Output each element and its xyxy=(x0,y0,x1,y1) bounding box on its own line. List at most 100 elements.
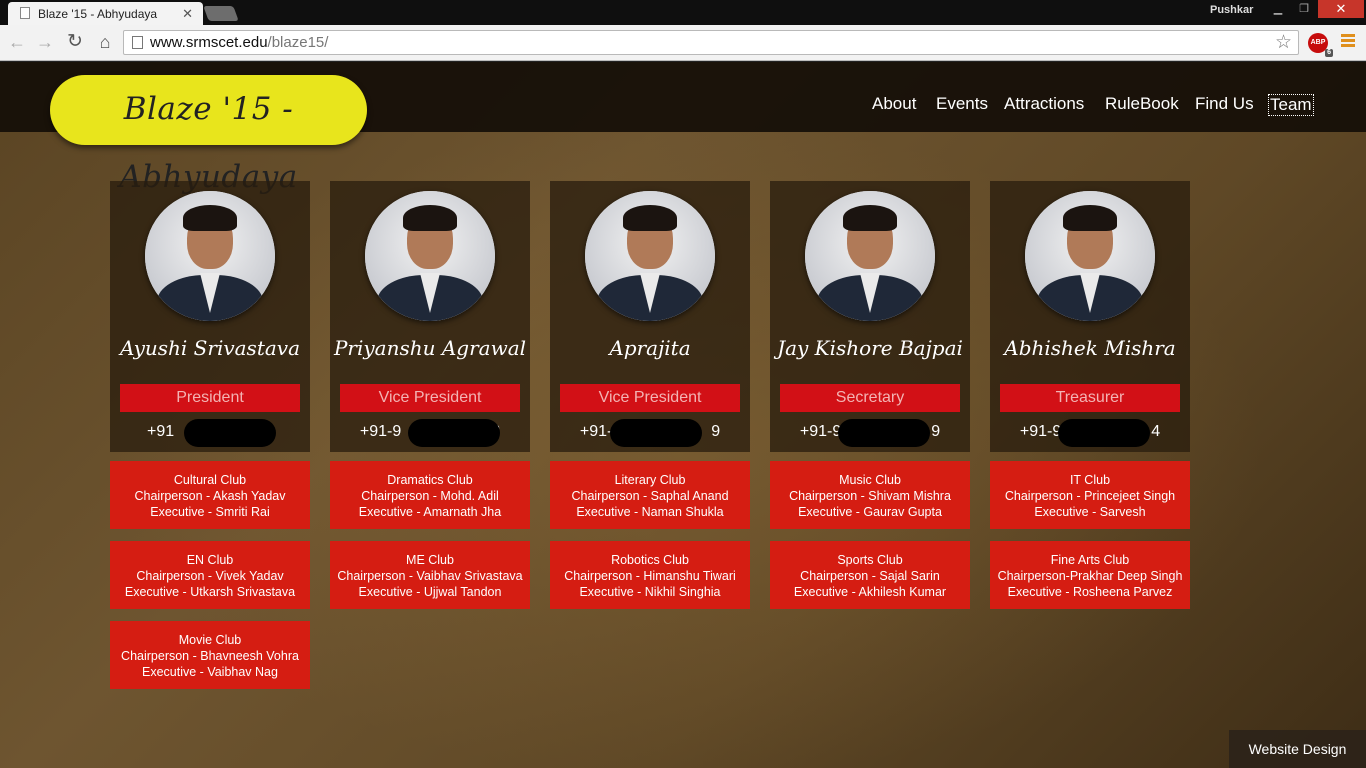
member-name: Jay Kishore Bajpai xyxy=(777,336,963,360)
club-name: IT Club xyxy=(1069,473,1111,487)
nav-rulebook[interactable]: RuleBook xyxy=(1105,94,1179,114)
bookmark-star-icon[interactable]: ☆ xyxy=(1275,31,1292,54)
home-icon[interactable]: ⌂ xyxy=(94,31,116,53)
club-card: ME Club Chairperson - Vaibhav Srivastava… xyxy=(330,541,530,609)
site-logo[interactable]: Blaze '15 - Abhyudaya xyxy=(50,75,367,195)
redaction xyxy=(408,419,500,447)
website-design-button[interactable]: Website Design xyxy=(1229,730,1366,768)
club-exec: Executive - Naman Shukla xyxy=(576,505,724,519)
tab-title: Blaze '15 - Abhyudaya xyxy=(38,7,158,21)
club-name: Fine Arts Club xyxy=(1050,553,1130,567)
member-name: Ayushi Srivastava xyxy=(119,336,301,360)
reload-icon[interactable]: ↻ xyxy=(64,31,86,53)
member-role: President xyxy=(120,384,300,412)
adblock-count: 6 xyxy=(1325,49,1333,57)
member-role: Secretary xyxy=(780,384,960,412)
club-exec: Executive - Akhilesh Kumar xyxy=(793,585,947,599)
nav-find-us[interactable]: Find Us xyxy=(1195,94,1254,114)
adblock-label: ABP xyxy=(1310,39,1326,46)
club-name: Robotics Club xyxy=(611,553,689,567)
club-chair: Chairperson-Prakhar Deep Singh xyxy=(997,569,1183,583)
club-chair: Chairperson - Vivek Yadav xyxy=(136,569,284,583)
club-exec: Executive - Amarnath Jha xyxy=(358,505,502,519)
avatar xyxy=(805,191,935,321)
club-card: IT Club Chairperson - Princejeet Singh E… xyxy=(990,461,1190,529)
club-card: EN Club Chairperson - Vivek Yadav Execut… xyxy=(110,541,310,609)
nav-about[interactable]: About xyxy=(872,94,916,114)
back-arrow-icon[interactable]: ← xyxy=(6,31,28,53)
club-exec: Executive - Nikhil Singhia xyxy=(579,585,721,599)
club-name: Sports Club xyxy=(837,553,903,567)
club-card: Movie Club Chairperson - Bhavneesh Vohra… xyxy=(110,621,310,689)
club-chair: Chairperson - Himanshu Tiwari xyxy=(564,569,736,583)
avatar xyxy=(145,191,275,321)
browser-titlebar: Blaze '15 - Abhyudaya ✕ Pushkar ▁ ❐ ✕ xyxy=(0,0,1366,25)
club-name: Dramatics Club xyxy=(387,473,473,487)
club-card: Dramatics Club Chairperson - Mohd. Adil … xyxy=(330,461,530,529)
club-exec: Executive - Utkarsh Srivastava xyxy=(124,585,296,599)
club-exec: Executive - Rosheena Parvez xyxy=(1007,585,1173,599)
team-card: Aprajita Vice President +91-9 9 xyxy=(550,181,750,452)
club-exec: Executive - Smriti Rai xyxy=(150,505,270,519)
redaction xyxy=(838,419,930,447)
maximize-icon[interactable]: ❐ xyxy=(1292,0,1316,18)
new-tab-button[interactable] xyxy=(203,6,239,21)
member-name: Abhishek Mishra xyxy=(1004,336,1176,360)
club-chair: Chairperson - Mohd. Adil xyxy=(361,489,499,503)
club-name: Music Club xyxy=(839,473,901,487)
forward-arrow-icon[interactable]: → xyxy=(34,31,56,53)
club-chair: Chairperson - Vaibhav Srivastava xyxy=(337,569,523,583)
redaction xyxy=(1058,419,1150,447)
url-host: www.srmscet.edu xyxy=(150,34,268,51)
member-role: Vice President xyxy=(340,384,520,412)
user-name[interactable]: Pushkar xyxy=(1210,4,1253,16)
address-bar[interactable]: www.srmscet.edu/blaze15/ ☆ xyxy=(123,30,1299,55)
redaction xyxy=(610,419,702,447)
member-role: Vice President xyxy=(560,384,740,412)
club-card: Sports Club Chairperson - Sajal Sarin Ex… xyxy=(770,541,970,609)
nav-attractions[interactable]: Attractions xyxy=(1004,94,1084,114)
club-name: Movie Club xyxy=(178,633,242,647)
avatar xyxy=(365,191,495,321)
page: Blaze '15 - Abhyudaya About Events Attra… xyxy=(0,62,1366,768)
redaction xyxy=(184,419,276,447)
club-card: Cultural Club Chairperson - Akash Yadav … xyxy=(110,461,310,529)
club-card: Robotics Club Chairperson - Himanshu Tiw… xyxy=(550,541,750,609)
url-path: /blaze15/ xyxy=(267,34,329,51)
club-exec: Executive - Sarvesh xyxy=(1034,505,1146,519)
minimize-icon[interactable]: ▁ xyxy=(1266,0,1290,18)
club-exec: Executive - Vaibhav Nag xyxy=(142,665,278,679)
team-card: Priyanshu Agrawal Vice President +91-92 xyxy=(330,181,530,452)
browser-toolbar: ← → ↻ ⌂ www.srmscet.edu/blaze15/ ☆ ABP 6 xyxy=(0,25,1366,61)
site-header: Blaze '15 - Abhyudaya About Events Attra… xyxy=(0,62,1366,195)
club-chair: Chairperson - Akash Yadav xyxy=(134,489,286,503)
club-chair: Chairperson - Shivam Mishra xyxy=(789,489,951,503)
team-card: Abhishek Mishra Treasurer +91-9 4 xyxy=(990,181,1190,452)
nav-events[interactable]: Events xyxy=(936,94,988,114)
club-chair: Chairperson - Saphal Anand xyxy=(571,489,729,503)
club-card: Literary Club Chairperson - Saphal Anand… xyxy=(550,461,750,529)
close-icon[interactable]: ✕ xyxy=(182,6,193,22)
page-icon xyxy=(132,36,143,49)
browser-tab[interactable]: Blaze '15 - Abhyudaya ✕ xyxy=(8,2,203,25)
club-exec: Executive - Ujjwal Tandon xyxy=(358,585,502,599)
club-name: Literary Club xyxy=(614,473,686,487)
club-name: EN Club xyxy=(186,553,234,567)
menu-icon[interactable] xyxy=(1341,34,1355,49)
member-name: Priyanshu Agrawal xyxy=(333,336,527,360)
avatar xyxy=(585,191,715,321)
nav-team[interactable]: Team xyxy=(1268,94,1314,116)
club-name: ME Club xyxy=(406,553,454,567)
club-chair: Chairperson - Bhavneesh Vohra xyxy=(121,649,299,663)
member-name: Aprajita xyxy=(609,336,691,360)
avatar xyxy=(1025,191,1155,321)
club-exec: Executive - Gaurav Gupta xyxy=(798,505,942,519)
team-card: Ayushi Srivastava President +915 xyxy=(110,181,310,452)
club-chair: Chairperson - Sajal Sarin xyxy=(800,569,940,583)
club-card: Fine Arts Club Chairperson-Prakhar Deep … xyxy=(990,541,1190,609)
team-card: Jay Kishore Bajpai Secretary +91-9 9 xyxy=(770,181,970,452)
page-icon xyxy=(20,7,30,19)
adblock-icon[interactable]: ABP 6 xyxy=(1308,33,1333,57)
window-close-icon[interactable]: ✕ xyxy=(1318,0,1364,18)
club-chair: Chairperson - Princejeet Singh xyxy=(1004,489,1176,503)
